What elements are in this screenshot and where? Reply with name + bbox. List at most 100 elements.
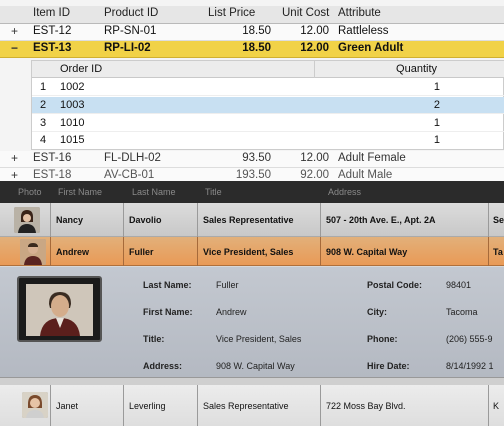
first-name-label: First Name:: [143, 307, 193, 317]
item-id-cell: EST-12: [33, 25, 72, 37]
column-header-last-name[interactable]: Last Name: [132, 187, 176, 197]
address-label: Address:: [143, 361, 183, 371]
table-row[interactable]: Janet Leverling Sales Representative 722…: [0, 385, 504, 426]
attribute-cell: Adult Female: [338, 152, 406, 164]
title-value: Vice President, Sales: [216, 334, 302, 344]
hire-date-value: 8/14/1992 1: [446, 361, 494, 371]
first-name-cell: Janet: [56, 401, 79, 411]
attribute-cell: Adult Male: [338, 169, 393, 181]
employee-photo: [17, 276, 102, 342]
screenshot-root: Item ID Product ID List Price Unit Cost …: [0, 0, 504, 426]
order-id-cell: 1003: [60, 99, 85, 111]
first-name-cell: Andrew: [56, 247, 90, 257]
city-value: Tacoma: [446, 307, 478, 317]
row-divider: [0, 377, 504, 385]
item-id-cell: EST-16: [33, 152, 72, 164]
employee-detail-panel: Last Name: Fuller First Name: Andrew Tit…: [0, 267, 504, 377]
unit-cost-cell: 92.00: [300, 169, 329, 181]
city-cell: K: [493, 401, 500, 411]
detail-row[interactable]: 3 1010 1: [32, 115, 504, 132]
row-number: 3: [40, 117, 47, 129]
last-name-label: Last Name:: [143, 280, 192, 290]
product-id-cell: AV-CB-01: [104, 169, 155, 181]
item-id-cell: EST-13: [33, 42, 72, 54]
quantity-cell: 1: [433, 134, 440, 146]
table-row[interactable]: Nancy Davolio Sales Representative 507 -…: [0, 203, 504, 237]
item-id-cell: EST-18: [33, 169, 72, 181]
quantity-cell: 1: [433, 117, 440, 129]
detail-header: Order ID Quantity: [32, 61, 504, 78]
row-number: 2: [40, 99, 47, 111]
last-name-cell: Fuller: [129, 247, 154, 257]
last-name-cell: Davolio: [129, 215, 162, 225]
attribute-cell: Rattleless: [338, 25, 389, 37]
expand-icon[interactable]: +: [8, 152, 21, 165]
table-row-selected[interactable]: Andrew Fuller Vice President, Sales 908 …: [0, 237, 504, 266]
product-id-cell: FL-DLH-02: [104, 152, 161, 164]
table-row[interactable]: + EST-16 FL-DLH-02 93.50 12.00 Adult Fem…: [0, 151, 504, 168]
column-header-title[interactable]: Title: [205, 187, 222, 197]
photo-image: [26, 284, 93, 336]
order-id-cell: 1002: [60, 81, 85, 93]
table-row[interactable]: + EST-12 RP-SN-01 18.50 12.00 Rattleless: [0, 24, 504, 41]
column-header-unit-cost[interactable]: Unit Cost: [282, 7, 329, 19]
title-cell: Sales Representative: [203, 401, 289, 411]
table-row-selected[interactable]: − EST-13 RP-LI-02 18.50 12.00 Green Adul…: [0, 41, 504, 58]
column-header-photo[interactable]: Photo: [18, 187, 42, 197]
expand-icon[interactable]: +: [8, 25, 21, 38]
column-header-product-id[interactable]: Product ID: [104, 7, 158, 19]
column-header-list-price[interactable]: List Price: [208, 7, 255, 19]
quantity-cell: 1: [433, 81, 440, 93]
title-cell: Vice President, Sales: [203, 247, 294, 257]
column-header-quantity[interactable]: Quantity: [396, 63, 437, 75]
detail-row-selected[interactable]: 2 1003 2: [32, 97, 504, 114]
address-cell: 908 W. Capital Way: [326, 247, 408, 257]
avatar: [14, 207, 40, 233]
grid-header: Photo First Name Last Name Title Address: [0, 181, 504, 203]
column-header-attribute[interactable]: Attribute: [338, 7, 381, 19]
order-detail-grid: Order ID Quantity 1 1002 1 2 1003 2 3 10…: [31, 60, 504, 150]
product-id-cell: RP-SN-01: [104, 25, 157, 37]
city-cell: Se: [493, 215, 504, 225]
city-label: City:: [367, 307, 387, 317]
unit-cost-cell: 12.00: [300, 25, 329, 37]
address-cell: 507 - 20th Ave. E., Apt. 2A: [326, 215, 436, 225]
detail-row[interactable]: 4 1015 1: [32, 132, 504, 149]
row-number: 1: [40, 81, 47, 93]
phone-label: Phone:: [367, 334, 398, 344]
phone-value: (206) 555-9: [446, 334, 493, 344]
column-header-first-name[interactable]: First Name: [58, 187, 102, 197]
column-header-order-id[interactable]: Order ID: [60, 63, 102, 75]
address-value: 908 W. Capital Way: [216, 361, 295, 371]
grid-header: Item ID Product ID List Price Unit Cost …: [0, 6, 504, 24]
unit-cost-cell: 12.00: [300, 152, 329, 164]
first-name-cell: Nancy: [56, 215, 84, 225]
unit-cost-cell: 12.00: [300, 42, 329, 54]
collapse-icon[interactable]: −: [8, 42, 21, 55]
list-price-cell: 93.50: [242, 152, 271, 164]
order-id-cell: 1010: [60, 117, 85, 129]
product-id-cell: RP-LI-02: [104, 42, 151, 54]
list-price-cell: 18.50: [242, 25, 271, 37]
city-cell: Ta: [493, 247, 503, 257]
quantity-cell: 2: [433, 99, 440, 111]
list-price-cell: 18.50: [242, 42, 271, 54]
list-price-cell: 193.50: [235, 169, 271, 181]
employees-grid: Photo First Name Last Name Title Address…: [0, 181, 504, 426]
column-header-address[interactable]: Address: [328, 187, 361, 197]
postal-code-value: 98401: [446, 280, 472, 290]
column-header-item-id[interactable]: Item ID: [33, 7, 70, 19]
attribute-cell: Green Adult: [338, 42, 404, 54]
avatar: [22, 392, 48, 418]
last-name-value: Fuller: [216, 280, 239, 290]
title-cell: Sales Representative: [203, 215, 294, 225]
first-name-value: Andrew: [216, 307, 247, 317]
postal-code-label: Postal Code:: [367, 280, 423, 290]
detail-row[interactable]: 1 1002 1: [32, 79, 504, 96]
last-name-cell: Leverling: [129, 401, 166, 411]
order-id-cell: 1015: [60, 134, 85, 146]
address-cell: 722 Moss Bay Blvd.: [326, 401, 406, 411]
orders-grid: Item ID Product ID List Price Unit Cost …: [0, 0, 504, 185]
row-number: 4: [40, 134, 47, 146]
title-label: Title:: [143, 334, 165, 344]
